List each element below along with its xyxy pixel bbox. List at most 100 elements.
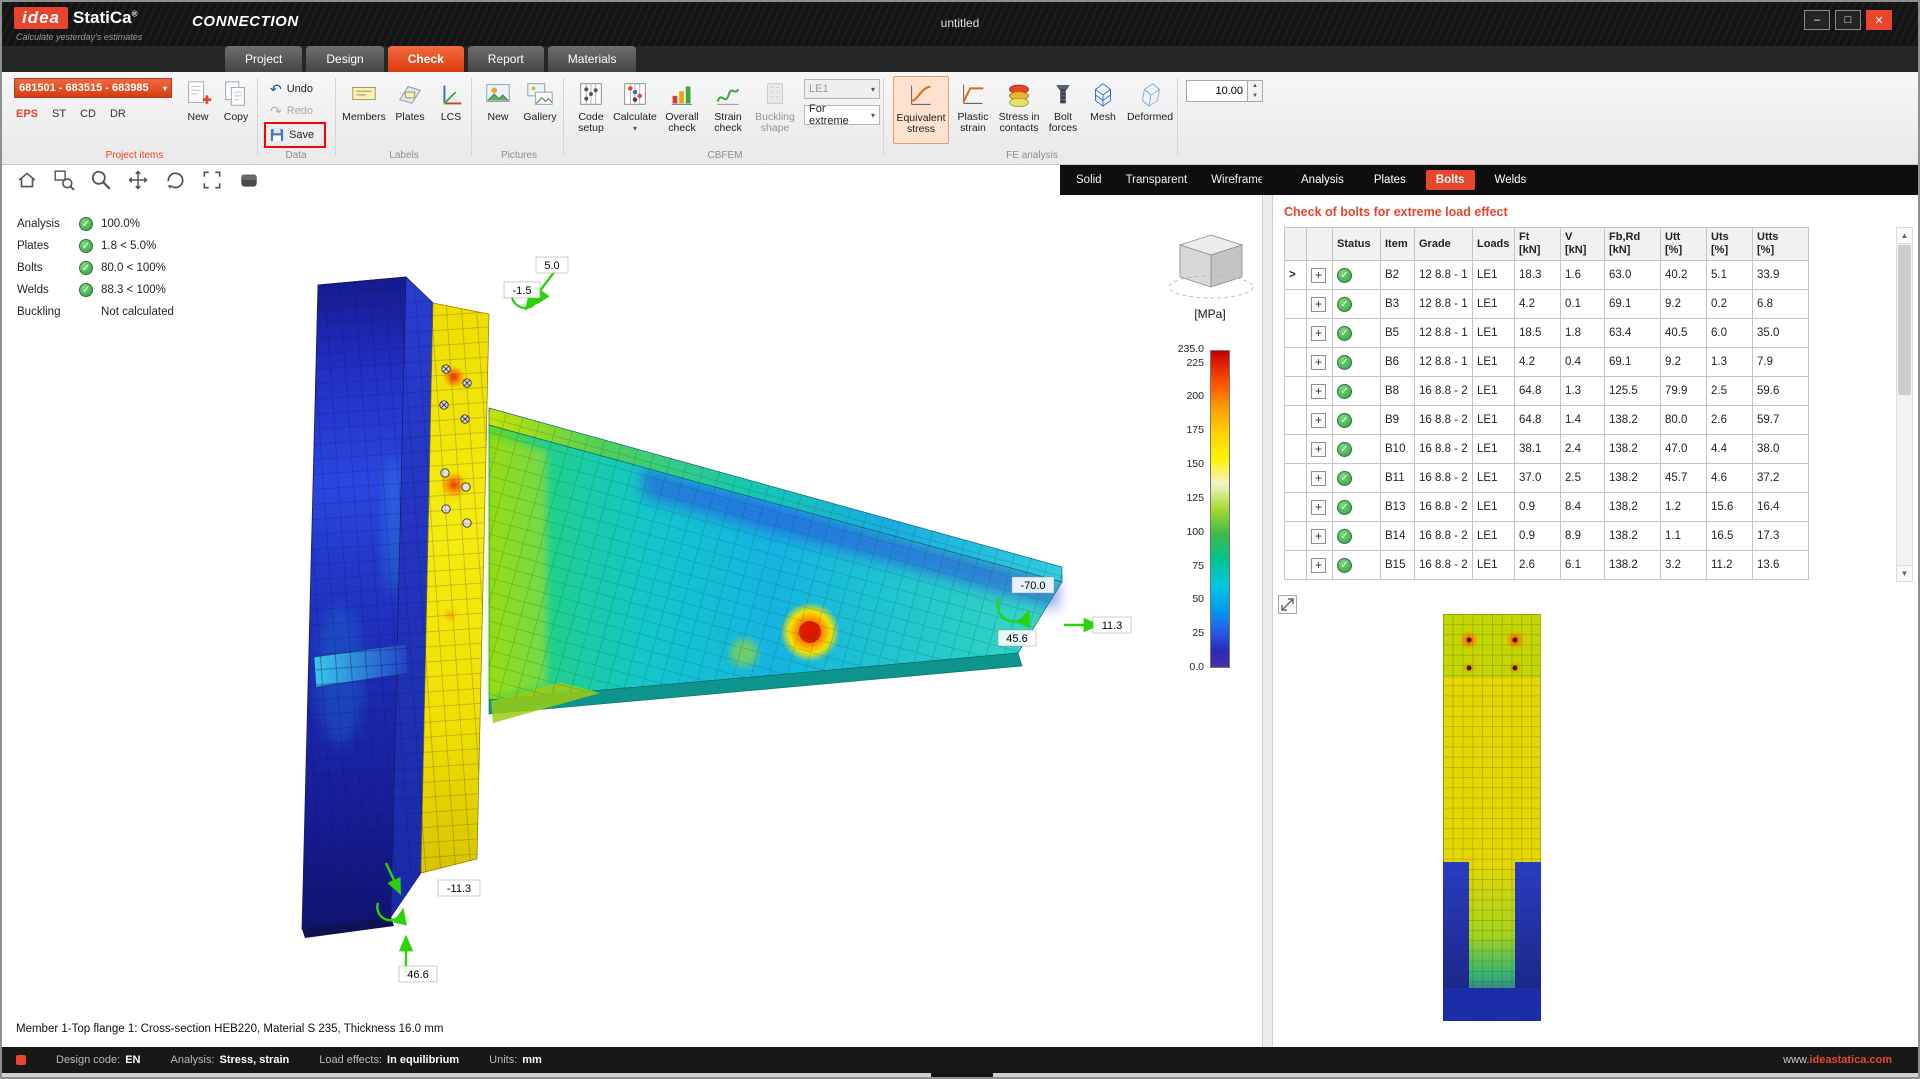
expand-plus-button[interactable]: + xyxy=(1311,500,1326,515)
table-row[interactable]: +✓B512 8.8 - 1LE118.51.863.440.56.035.0 xyxy=(1285,319,1809,348)
expand-plus-button[interactable]: + xyxy=(1311,326,1326,341)
fit-view-icon[interactable] xyxy=(201,169,223,191)
panel-splitter[interactable] xyxy=(1262,165,1273,1047)
expand-plus-button[interactable]: + xyxy=(1311,471,1326,486)
table-row[interactable]: >+✓B212 8.8 - 1LE118.31.663.040.25.133.9 xyxy=(1285,261,1809,290)
extreme-filter-dropdown[interactable]: For extreme▾ xyxy=(804,105,880,125)
viewport-3d[interactable]: Solid Transparent Wireframe xyxy=(2,165,1262,1047)
cell-utt: 80.0 xyxy=(1661,406,1707,435)
bolt-forces-button[interactable]: Bolt forces xyxy=(1044,76,1082,144)
scale-input[interactable] xyxy=(1186,80,1248,102)
load-label: 45.6 xyxy=(998,630,1036,646)
tab-check[interactable]: Check xyxy=(388,46,464,72)
results-tab-welds[interactable]: Welds xyxy=(1485,170,1537,190)
shaded-view-icon[interactable] xyxy=(238,169,260,191)
project-selector-dropdown[interactable]: 681501 - 683515 - 683985▾ xyxy=(14,78,172,98)
members-labels-button[interactable]: Members xyxy=(342,76,386,144)
cell-utts: 37.2 xyxy=(1753,464,1809,493)
minimize-button[interactable]: – xyxy=(1804,10,1830,30)
table-row[interactable]: +✓B312 8.8 - 1LE14.20.169.19.20.26.8 xyxy=(1285,290,1809,319)
check-ok-icon: ✓ xyxy=(79,261,93,275)
check-ok-icon: ✓ xyxy=(79,239,93,253)
calculate-button[interactable]: Calculate ▾ xyxy=(614,76,656,144)
scroll-down-icon[interactable]: ▼ xyxy=(1897,565,1912,581)
project-codes: EPS ST CD DR xyxy=(16,108,126,120)
maximize-button[interactable]: □ xyxy=(1835,10,1861,30)
new-document-icon xyxy=(183,79,213,109)
table-row[interactable]: +✓B1516 8.8 - 2LE12.66.1138.23.211.213.6 xyxy=(1285,551,1809,580)
new-project-button[interactable]: New xyxy=(180,76,216,144)
results-tab-bolts[interactable]: Bolts xyxy=(1426,170,1475,190)
deformed-button[interactable]: Deformed xyxy=(1124,76,1176,144)
project-code-dr[interactable]: DR xyxy=(110,108,126,120)
expand-plus-button[interactable]: + xyxy=(1311,355,1326,370)
expand-view-button[interactable] xyxy=(1278,595,1297,614)
code-setup-button[interactable]: Code setup xyxy=(570,76,612,144)
check-value: 88.3 < 100% xyxy=(101,284,166,296)
cell-uts: 15.6 xyxy=(1707,493,1753,522)
view-mode-solid[interactable]: Solid xyxy=(1076,174,1102,186)
table-scrollbar[interactable]: ▲ ▼ xyxy=(1896,227,1913,582)
check-label: Welds xyxy=(17,284,79,296)
table-row[interactable]: +✓B612 8.8 - 1LE14.20.469.19.21.37.9 xyxy=(1285,348,1809,377)
table-row[interactable]: +✓B1016 8.8 - 2LE138.12.4138.247.04.438.… xyxy=(1285,435,1809,464)
spin-up-icon[interactable]: ▲ xyxy=(1248,81,1262,91)
strain-check-button[interactable]: Strain check xyxy=(708,76,748,144)
mesh-button[interactable]: Mesh xyxy=(1084,76,1122,144)
results-tab-bar: Analysis Plates Bolts Welds xyxy=(1273,165,1918,195)
gallery-button[interactable]: Gallery xyxy=(519,76,561,144)
table-row[interactable]: +✓B916 8.8 - 2LE164.81.4138.280.02.659.7 xyxy=(1285,406,1809,435)
load-label: 46.6 xyxy=(399,966,437,982)
stress-in-contacts-button[interactable]: Stress in contacts xyxy=(996,76,1042,144)
table-row[interactable]: +✓B1416 8.8 - 2LE10.98.9138.21.116.517.3 xyxy=(1285,522,1809,551)
view-mode-transparent[interactable]: Transparent xyxy=(1126,174,1188,186)
results-tab-analysis[interactable]: Analysis xyxy=(1291,170,1354,190)
expand-plus-button[interactable]: + xyxy=(1311,384,1326,399)
spin-down-icon[interactable]: ▼ xyxy=(1248,91,1262,101)
pan-icon[interactable] xyxy=(127,169,149,191)
load-case-dropdown[interactable]: LE1▾ xyxy=(804,79,880,99)
cell-fbrd: 138.2 xyxy=(1605,435,1661,464)
project-code-cd[interactable]: CD xyxy=(80,108,96,120)
tab-report[interactable]: Report xyxy=(468,46,544,72)
tab-project[interactable]: Project xyxy=(225,46,302,72)
overall-check-button[interactable]: Overall check xyxy=(658,76,706,144)
redo-button[interactable]: ↷Redo xyxy=(270,102,313,120)
buckling-shape-button[interactable]: Buckling shape xyxy=(750,76,800,144)
website-link[interactable]: www.ideastatica.com xyxy=(1783,1054,1892,1066)
new-picture-button[interactable]: New xyxy=(480,76,516,144)
expand-plus-button[interactable]: + xyxy=(1311,268,1326,283)
project-code-st[interactable]: ST xyxy=(52,108,66,120)
results-tab-plates[interactable]: Plates xyxy=(1364,170,1416,190)
tab-design[interactable]: Design xyxy=(306,46,383,72)
scroll-up-icon[interactable]: ▲ xyxy=(1897,228,1912,244)
expand-plus-button[interactable]: + xyxy=(1311,558,1326,573)
equivalent-stress-button[interactable]: Equivalent stress xyxy=(893,76,949,144)
copy-button[interactable]: Copy xyxy=(218,76,254,144)
home-icon[interactable] xyxy=(16,169,38,191)
tab-materials[interactable]: Materials xyxy=(548,46,637,72)
zoom-icon[interactable] xyxy=(90,169,112,191)
view-mode-wireframe[interactable]: Wireframe xyxy=(1211,174,1262,186)
plate-result-view[interactable] xyxy=(1443,614,1541,1021)
expand-plus-button[interactable]: + xyxy=(1311,297,1326,312)
plastic-strain-button[interactable]: Plastic strain xyxy=(952,76,994,144)
rotate-icon[interactable] xyxy=(164,169,186,191)
table-row[interactable]: +✓B816 8.8 - 2LE164.81.3125.579.92.559.6 xyxy=(1285,377,1809,406)
stress-legend-bar xyxy=(1210,350,1230,668)
orientation-cube[interactable] xyxy=(1169,235,1253,298)
plates-labels-button[interactable]: Plates xyxy=(388,76,432,144)
model-3d-view[interactable]: 5.0 -1.5 -70.0 45.6 11.3 -11.3 46.6 xyxy=(2,195,1262,1020)
expand-plus-button[interactable]: + xyxy=(1311,442,1326,457)
lcs-labels-button[interactable]: LCS xyxy=(432,76,470,144)
expand-plus-button[interactable]: + xyxy=(1311,413,1326,428)
table-row[interactable]: +✓B1316 8.8 - 2LE10.98.4138.21.215.616.4 xyxy=(1285,493,1809,522)
undo-button[interactable]: ↶Undo xyxy=(270,80,313,98)
project-code-eps[interactable]: EPS xyxy=(16,108,38,120)
table-row[interactable]: +✓B1116 8.8 - 2LE137.02.5138.245.74.637.… xyxy=(1285,464,1809,493)
close-button[interactable]: ✕ xyxy=(1866,10,1892,30)
scroll-thumb[interactable] xyxy=(1898,245,1911,395)
zoom-window-icon[interactable] xyxy=(53,169,75,191)
expand-plus-button[interactable]: + xyxy=(1311,529,1326,544)
row-selector xyxy=(1285,319,1307,348)
